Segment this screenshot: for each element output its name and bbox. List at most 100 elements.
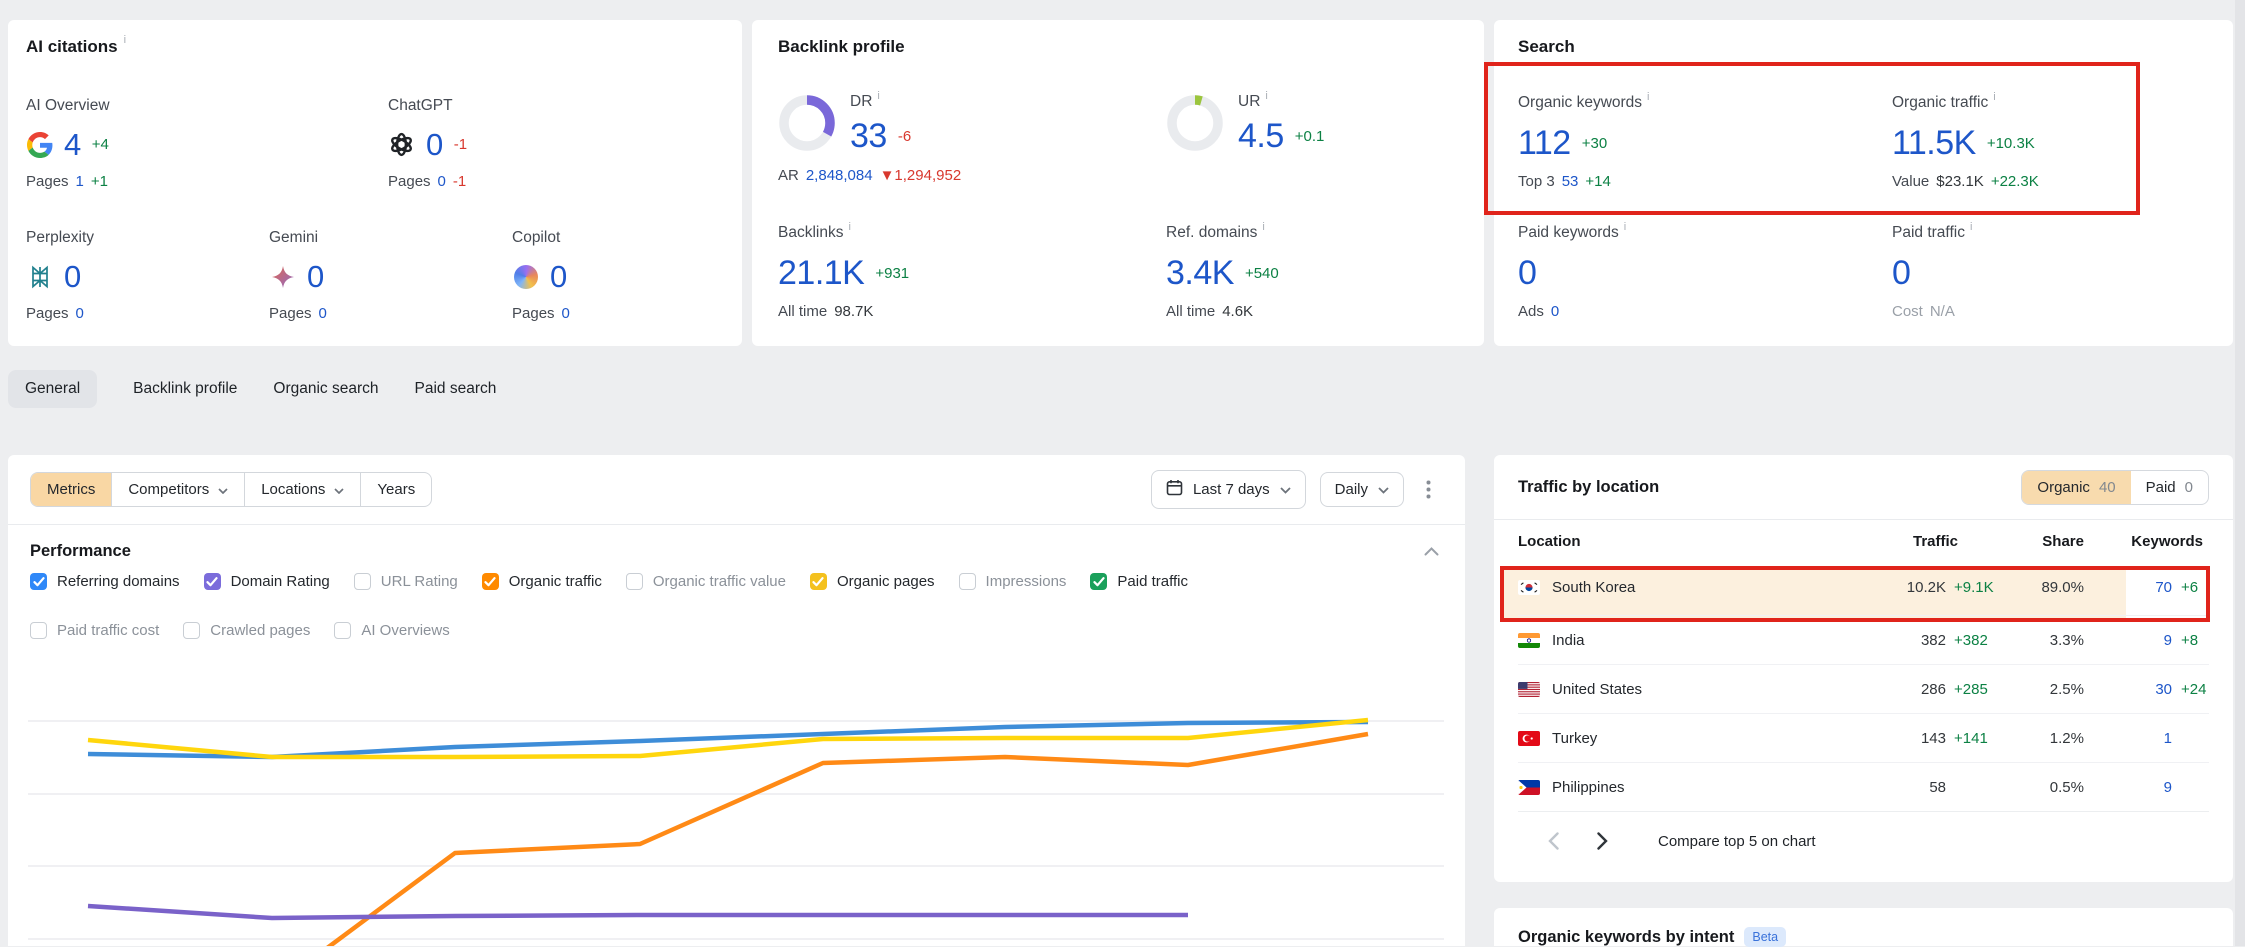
keywords-cell: 70+6 xyxy=(2084,579,2209,596)
traffic-value: 382 xyxy=(1921,632,1946,649)
info-icon[interactable]: i xyxy=(1647,92,1649,110)
metric-checkbox-organic-traffic[interactable]: Organic traffic xyxy=(482,573,602,590)
metric-checkbox-paid-traffic-cost[interactable]: Paid traffic cost xyxy=(30,622,159,639)
ai-card-value-row: 0 xyxy=(512,261,722,292)
date-range-button[interactable]: Last 7 days xyxy=(1151,470,1306,509)
info-icon[interactable]: i xyxy=(1262,222,1264,240)
location-row-united-states[interactable]: United States286+2852.5%30+24 xyxy=(1518,664,2209,713)
keywords-delta xyxy=(2181,779,2209,796)
metric-label: Organic pages xyxy=(837,573,935,590)
segment-years[interactable]: Years xyxy=(360,473,431,506)
domain-overview-page: AI citationsi AI Overview4+4Pages1+1Chat… xyxy=(0,0,2245,946)
metric-checkbox-domain-rating[interactable]: Domain Rating xyxy=(204,573,330,590)
ai-card-label: Copilot xyxy=(512,229,722,247)
performance-title: Performance xyxy=(30,542,131,561)
prev-page-icon[interactable] xyxy=(1542,832,1565,850)
ai-card-value: 0 xyxy=(426,129,443,160)
stat-sub-part: 2,848,084 xyxy=(806,167,873,184)
stat-sub-part: Ads xyxy=(1518,303,1544,320)
info-icon[interactable]: i xyxy=(1993,92,1995,110)
stat-card-value-row: 112+30 xyxy=(1518,126,1892,160)
metric-checkbox-url-rating[interactable]: URL Rating xyxy=(354,573,458,590)
tab-organic-search[interactable]: Organic search xyxy=(273,370,378,408)
metric-checkbox-paid-traffic[interactable]: Paid traffic xyxy=(1090,573,1188,590)
location-row-india[interactable]: India382+3823.3%9+8 xyxy=(1518,615,2209,664)
stat-sub-part: Pages xyxy=(388,173,431,190)
location-cell: Philippines xyxy=(1518,779,1796,796)
ai-card-pages: Pages1+1 xyxy=(26,173,388,190)
metric-label: AI Overviews xyxy=(361,622,449,639)
location-table: LocationTrafficShareKeywords South Korea… xyxy=(1494,520,2233,870)
stat-sub-part: Pages xyxy=(26,305,69,322)
location-row-philippines[interactable]: Philippines580.5%9 xyxy=(1518,762,2209,811)
kebab-menu-icon[interactable] xyxy=(1418,478,1439,501)
stat-card-organic-keywords: Organic keywordsi112+30Top 353+14 xyxy=(1518,94,1892,190)
collapse-chevron-up-icon[interactable] xyxy=(1424,543,1439,561)
rating-col: URi4.5+0.1 xyxy=(1238,93,1324,153)
info-icon[interactable]: i xyxy=(877,91,879,109)
location-cell: India xyxy=(1518,632,1796,649)
traffic-delta: +382 xyxy=(1954,632,2006,649)
info-icon[interactable]: i xyxy=(1265,91,1267,109)
location-row-south-korea[interactable]: South Korea10.2K+9.1K89.0%70+6 xyxy=(1518,560,2209,615)
keywords-value: 30 xyxy=(2155,681,2172,698)
backlink-profile-title: Backlink profile xyxy=(778,37,1458,57)
stat-card-value: 0 xyxy=(1892,256,1910,290)
metric-checkbox-impressions[interactable]: Impressions xyxy=(959,573,1067,590)
metric-checkbox-crawled-pages[interactable]: Crawled pages xyxy=(183,622,310,639)
copilot-icon xyxy=(512,263,539,290)
location-row-turkey[interactable]: Turkey143+1411.2%1 xyxy=(1518,713,2209,762)
location-name: South Korea xyxy=(1552,579,1635,596)
traffic-delta: +9.1K xyxy=(1954,579,2006,596)
granularity-label: Daily xyxy=(1335,481,1368,498)
tab-backlink-profile[interactable]: Backlink profile xyxy=(133,370,237,408)
stat-card-sub-row: All time98.7K xyxy=(778,303,1166,320)
performance-line-chart[interactable] xyxy=(8,660,1465,946)
metric-checkbox-organic-traffic-value[interactable]: Organic traffic value xyxy=(626,573,786,590)
stat-sub-part: Pages xyxy=(269,305,312,322)
segment-competitors[interactable]: Competitors xyxy=(111,473,244,506)
info-icon[interactable]: i xyxy=(1624,222,1626,240)
info-icon[interactable]: i xyxy=(848,222,850,240)
toggle-count: 40 xyxy=(2099,479,2116,496)
chevron-down-icon xyxy=(334,481,344,498)
location-name: United States xyxy=(1552,681,1642,698)
stat-card-label: Organic traffici xyxy=(1892,94,2209,112)
location-table-body: South Korea10.2K+9.1K89.0%70+6 India 382 +3… xyxy=(1518,560,2209,811)
next-page-icon[interactable] xyxy=(1591,832,1614,850)
traffic-delta: +141 xyxy=(1954,730,2006,747)
flag-icon-in xyxy=(1518,633,1540,648)
performance-toolbar: MetricsCompetitorsLocationsYears Last 7 … xyxy=(8,455,1465,525)
segment-locations[interactable]: Locations xyxy=(244,473,360,506)
ai-card-value: 4 xyxy=(64,129,81,160)
chevron-down-icon xyxy=(1378,481,1389,498)
metric-checkbox-organic-pages[interactable]: Organic pages xyxy=(810,573,935,590)
toggle-organic[interactable]: Organic40 xyxy=(2022,471,2130,504)
compare-top5-button[interactable]: Compare top 5 on chart xyxy=(1658,833,1816,850)
traffic-cell: 143+141 xyxy=(1796,730,2006,747)
ai-card-gemini: Gemini0Pages0 xyxy=(269,229,512,322)
segment-metrics[interactable]: Metrics xyxy=(31,473,111,506)
rating-flex: URi4.5+0.1 xyxy=(1166,93,1458,153)
stat-sub-part: All time xyxy=(778,303,827,320)
ai-citations-title-text: AI citations xyxy=(26,37,118,57)
share-cell: 3.3% xyxy=(2006,632,2084,649)
keywords-delta xyxy=(2181,730,2209,747)
tab-general[interactable]: General xyxy=(8,370,97,408)
page-scrollbar[interactable] xyxy=(2235,0,2245,946)
info-icon[interactable]: i xyxy=(124,35,126,46)
info-icon[interactable]: i xyxy=(1970,222,1972,240)
unchecked-checkbox-icon xyxy=(354,573,371,590)
metric-label: Organic traffic xyxy=(509,573,602,590)
toggle-paid[interactable]: Paid0 xyxy=(2131,471,2208,504)
stat-card-value: 21.1K xyxy=(778,256,864,290)
granularity-button[interactable]: Daily xyxy=(1320,472,1404,507)
tab-paid-search[interactable]: Paid search xyxy=(415,370,497,408)
stat-card-value-row: 0 xyxy=(1892,256,2209,290)
metric-checkbox-ai-overviews[interactable]: AI Overviews xyxy=(334,622,449,639)
stat-sub-part: All time xyxy=(1166,303,1215,320)
ai-card-ai-overview: AI Overview4+4Pages1+1 xyxy=(26,97,388,190)
traffic-value: 286 xyxy=(1921,681,1946,698)
metric-checkbox-referring-domains[interactable]: Referring domains xyxy=(30,573,180,590)
unchecked-checkbox-icon xyxy=(30,622,47,639)
